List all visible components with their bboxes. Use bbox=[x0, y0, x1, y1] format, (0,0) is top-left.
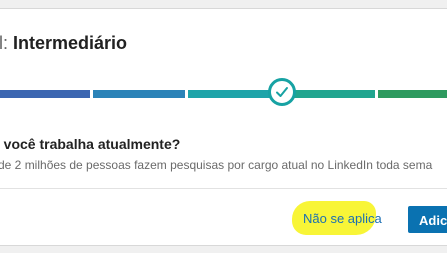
profile-level: Intermediário bbox=[13, 33, 128, 53]
question-title: e você trabalha atualmente? bbox=[0, 136, 181, 152]
profile-strength-title: fil: Intermediário bbox=[0, 31, 127, 55]
title-prefix: fil: bbox=[0, 33, 8, 53]
progress-segment-5 bbox=[378, 90, 447, 98]
progress-segment-3 bbox=[188, 90, 280, 98]
check-mark-svg bbox=[276, 87, 288, 97]
progress-meter bbox=[0, 90, 447, 98]
progress-segment-1 bbox=[0, 90, 90, 98]
add-button[interactable]: Adic bbox=[408, 206, 447, 233]
question-subtitle: de 2 milhões de pessoas fazem pesquisas … bbox=[0, 158, 433, 172]
progress-segment-4 bbox=[283, 90, 375, 98]
divider bbox=[0, 188, 447, 189]
profile-strength-card: fil: Intermediário e você trabalha atual… bbox=[0, 8, 447, 246]
check-icon bbox=[268, 78, 296, 106]
not-applicable-button[interactable]: Não se aplica bbox=[297, 207, 388, 231]
progress-segment-2 bbox=[93, 90, 185, 98]
